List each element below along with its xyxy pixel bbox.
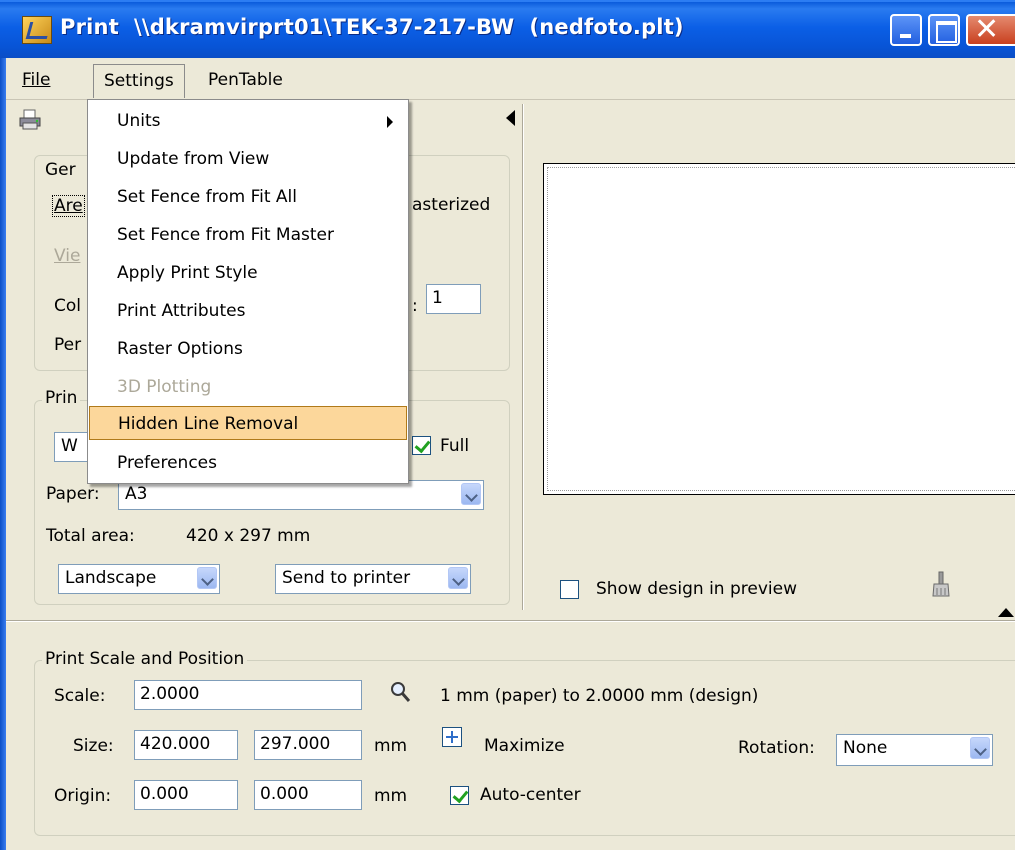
chevron-down-icon[interactable]: [448, 567, 468, 589]
full-label: Full: [440, 436, 470, 456]
orientation-select[interactable]: Landscape: [58, 564, 220, 594]
scale-input[interactable]: 2.0000: [134, 680, 362, 710]
menu-item-set-fence-fit-master[interactable]: Set Fence from Fit Master: [89, 218, 407, 252]
settings-dropdown-menu: Units Update from View Set Fence from Fi…: [87, 99, 409, 484]
scale-description: 1 mm (paper) to 2.0000 mm (design): [440, 686, 759, 706]
maximize-label[interactable]: Maximize: [484, 736, 565, 756]
pen-label: Per: [54, 335, 82, 355]
menu-settings[interactable]: Settings: [93, 64, 185, 98]
brush-icon[interactable]: [930, 570, 952, 600]
title-bar[interactable]: Print \\dkramvirprt01\TEK-37-217-BW (ned…: [0, 0, 1015, 58]
submenu-arrow-icon: [387, 116, 393, 128]
menu-item-label: Set Fence from Fit Master: [117, 225, 334, 245]
magnifier-icon[interactable]: [389, 680, 411, 704]
size-label: Size:: [73, 736, 114, 756]
orientation-value: Landscape: [65, 568, 157, 588]
menu-item-preferences[interactable]: Preferences: [89, 446, 407, 480]
paper-label: Paper:: [46, 484, 100, 504]
area-label-text: Are: [54, 196, 83, 216]
menu-item-hidden-line-removal[interactable]: Hidden Line Removal: [89, 406, 407, 440]
printer-icon[interactable]: [18, 109, 42, 131]
rotation-select[interactable]: None: [836, 734, 993, 766]
area-label[interactable]: Are: [52, 195, 85, 217]
size-height-input[interactable]: 297.000: [254, 730, 362, 760]
menu-pentable-label: PenTable: [208, 70, 283, 90]
chevron-down-icon[interactable]: [197, 567, 217, 589]
show-design-checkbox[interactable]: [560, 580, 579, 599]
menu-item-label: Print Attributes: [117, 301, 246, 321]
print-app-icon: [22, 16, 52, 44]
chevron-down-icon[interactable]: [970, 737, 990, 759]
menu-item-apply-print-style[interactable]: Apply Print Style: [89, 256, 407, 290]
menu-item-print-attributes[interactable]: Print Attributes: [89, 294, 407, 328]
view-label: Vie: [54, 246, 80, 266]
menu-item-label: Raster Options: [117, 339, 243, 359]
origin-x-input[interactable]: 0.000: [134, 780, 238, 810]
origin-y-input[interactable]: 0.000: [254, 780, 362, 810]
window-border: [0, 58, 6, 850]
menu-item-raster-options[interactable]: Raster Options: [89, 332, 407, 366]
rotation-value: None: [843, 738, 888, 758]
menu-file[interactable]: File: [22, 70, 50, 90]
maximize-icon[interactable]: [442, 727, 462, 747]
chevron-down-icon[interactable]: [461, 483, 481, 505]
collapse-arrow-icon[interactable]: [506, 110, 515, 126]
total-area-label: Total area:: [46, 526, 135, 546]
full-checkbox[interactable]: [412, 436, 431, 455]
scale-position-title: Print Scale and Position: [42, 649, 248, 669]
auto-center-checkbox[interactable]: [450, 786, 469, 805]
rotation-label: Rotation:: [738, 738, 815, 758]
menu-item-label: 3D Plotting: [117, 377, 212, 397]
size-width-input[interactable]: 420.000: [134, 730, 238, 760]
menu-item-update-from-view[interactable]: Update from View: [89, 142, 407, 176]
copies-input[interactable]: 1: [426, 284, 481, 314]
destination-select[interactable]: Send to printer: [275, 564, 471, 594]
menu-pentable[interactable]: PenTable: [208, 70, 283, 90]
menu-file-label: File: [22, 70, 51, 90]
color-label: Col: [54, 296, 81, 316]
menu-item-set-fence-fit-all[interactable]: Set Fence from Fit All: [89, 180, 407, 214]
horizontal-splitter[interactable]: [6, 620, 1015, 622]
close-icon: ✕: [974, 12, 1000, 47]
close-button[interactable]: ✕: [966, 12, 1015, 47]
copies-colon: :: [412, 296, 418, 316]
rasterized-label: asterized: [412, 195, 491, 215]
auto-center-label: Auto-center: [480, 785, 581, 805]
origin-unit: mm: [374, 786, 408, 806]
vertical-splitter[interactable]: [522, 104, 524, 610]
paper-value: A3: [125, 484, 148, 504]
total-area-value: 420 x 297 mm: [186, 526, 311, 546]
destination-value: Send to printer: [282, 568, 411, 588]
menu-settings-label: Settings: [104, 71, 174, 91]
size-unit: mm: [374, 736, 408, 756]
print-preview: [543, 163, 1015, 495]
menu-item-label: Preferences: [117, 453, 217, 473]
scale-label: Scale:: [54, 686, 106, 706]
menu-bar: File Settings PenTable: [6, 58, 1015, 100]
menu-item-label: Hidden Line Removal: [118, 414, 299, 434]
expand-arrow-icon[interactable]: [998, 608, 1014, 617]
maximize-button[interactable]: [928, 14, 960, 46]
paper-select[interactable]: A3: [118, 480, 484, 510]
menu-item-units[interactable]: Units: [89, 104, 407, 138]
window-title: Print \\dkramvirprt01\TEK-37-217-BW (ned…: [60, 15, 684, 39]
preview-paper-outline: [547, 167, 1015, 491]
view-label-text: Vie: [54, 246, 81, 266]
menu-item-label: Update from View: [117, 149, 270, 169]
menu-item-label: Units: [117, 111, 161, 131]
show-design-label: Show design in preview: [596, 579, 797, 599]
menu-item-label: Apply Print Style: [117, 263, 258, 283]
origin-label: Origin:: [54, 786, 112, 806]
menu-item-label: Set Fence from Fit All: [117, 187, 297, 207]
menu-item-3d-plotting: 3D Plotting: [89, 370, 407, 404]
printer-group-title: Prin: [42, 388, 81, 408]
minimize-button[interactable]: [890, 14, 922, 46]
general-group-title: Ger: [42, 160, 79, 180]
